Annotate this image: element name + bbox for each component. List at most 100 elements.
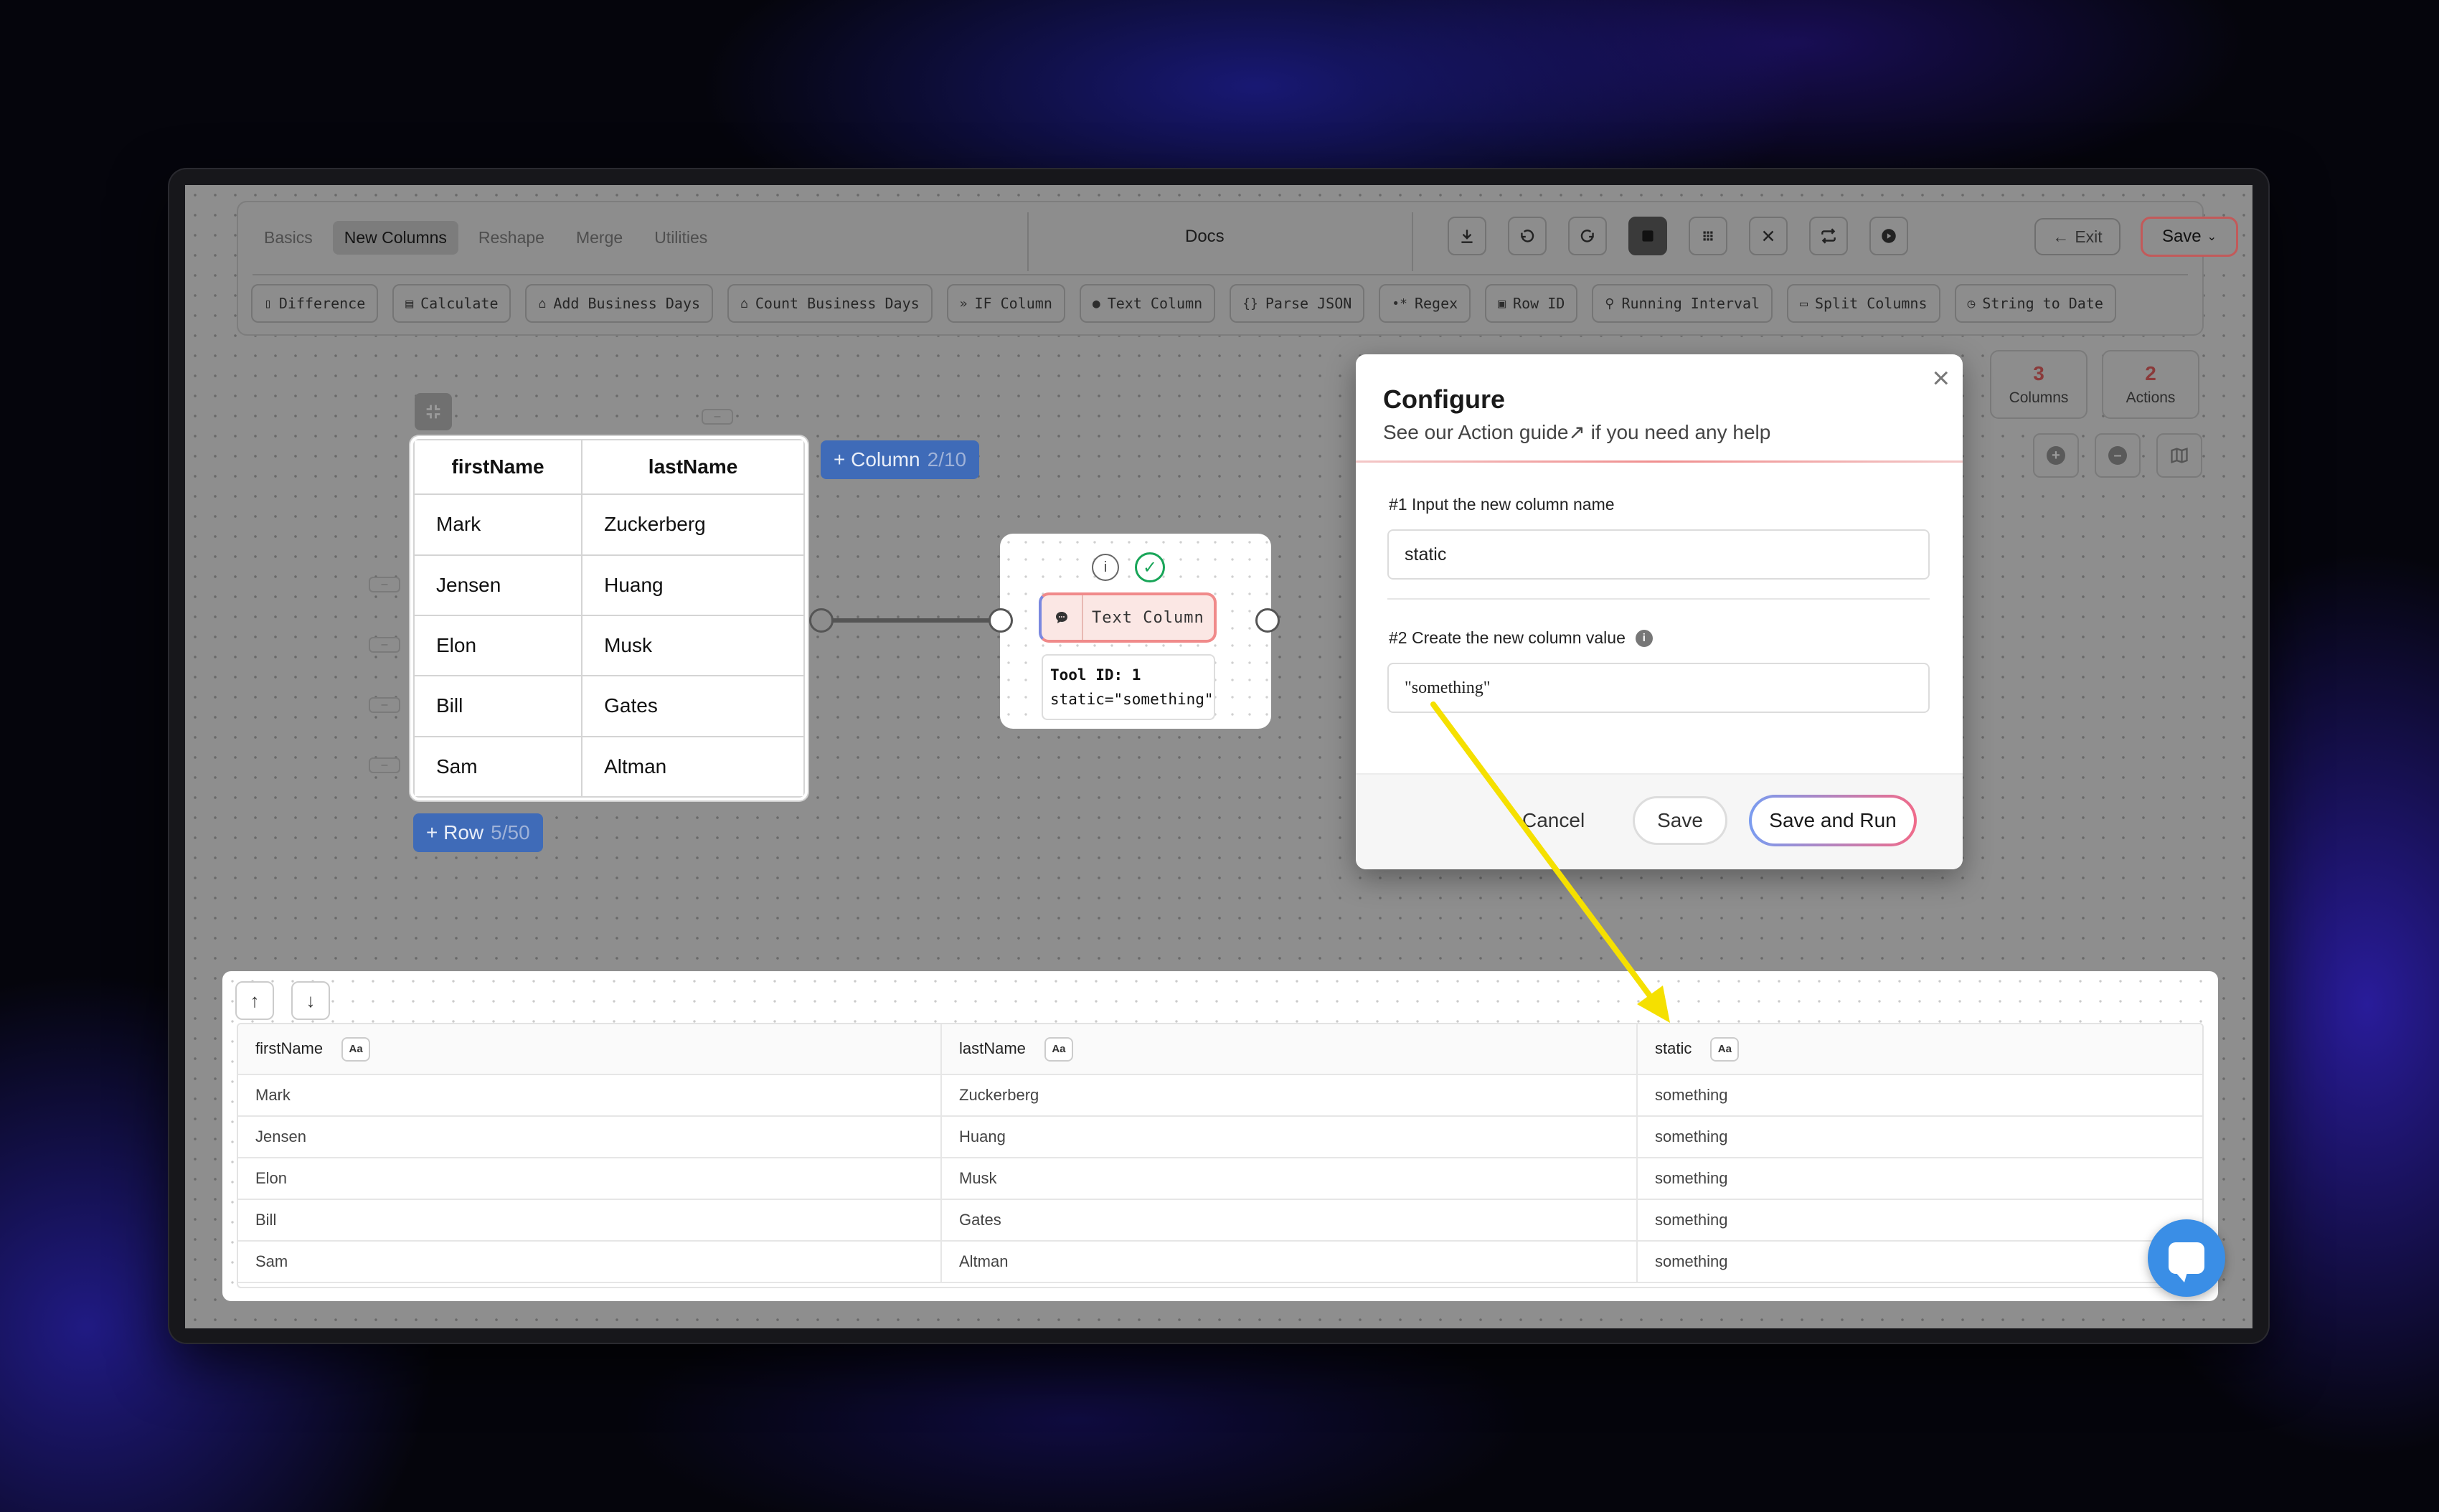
source-header-lastname[interactable]: lastName <box>581 439 805 496</box>
result-cell[interactable]: something <box>1636 1158 2202 1200</box>
undo-button[interactable] <box>1508 217 1547 255</box>
action-string-to-date[interactable]: ◷ String to Date <box>1954 284 2116 323</box>
tab-merge[interactable]: Merge <box>565 221 634 255</box>
add-row-button[interactable]: + Row 5/50 <box>413 813 543 852</box>
map-button[interactable] <box>2156 433 2202 478</box>
result-header-firstname[interactable]: firstName Aa <box>238 1024 941 1075</box>
result-cell[interactable]: something <box>1636 1241 2202 1283</box>
chat-support-button[interactable] <box>2148 1219 2225 1297</box>
tab-utilities[interactable]: Utilities <box>643 221 719 255</box>
result-cell[interactable]: Elon <box>238 1158 941 1200</box>
source-cell[interactable]: Zuckerberg <box>581 493 805 556</box>
column-value-input[interactable]: "something" <box>1387 663 1930 713</box>
source-cell[interactable]: Bill <box>413 675 583 737</box>
source-cell[interactable]: Mark <box>413 493 583 556</box>
actions-stat-label: Actions <box>2126 389 2176 406</box>
text-type-badge[interactable]: Aa <box>1710 1036 1740 1062</box>
info-icon[interactable]: i <box>1635 629 1653 647</box>
play-circle-icon <box>1882 229 1896 243</box>
action-count-business-days[interactable]: ⌂ Count Business Days <box>727 284 933 323</box>
action-running-interval[interactable]: ⚲ Running Interval <box>1592 284 1773 323</box>
action-calculate[interactable]: ▤ Calculate <box>392 284 511 323</box>
action-if-column[interactable]: » IF Column <box>946 284 1065 323</box>
action-guide-link[interactable]: Action guide <box>1458 421 1568 443</box>
exit-button[interactable]: ← Exit <box>2034 218 2120 255</box>
result-cell[interactable]: something <box>1636 1199 2202 1242</box>
result-cell[interactable]: Musk <box>940 1158 1637 1200</box>
remove-row-button[interactable]: – <box>369 697 400 713</box>
run-button[interactable] <box>1869 217 1908 255</box>
tab-new-columns[interactable]: New Columns <box>332 221 458 255</box>
source-cell[interactable]: Elon <box>413 614 583 677</box>
download-button[interactable] <box>1448 217 1486 255</box>
node-pill[interactable]: Text Column <box>1039 592 1217 643</box>
result-header-lastname[interactable]: lastName Aa <box>940 1024 1637 1075</box>
result-cell[interactable]: something <box>1636 1116 2202 1158</box>
add-column-button[interactable]: + Column 2/10 <box>821 440 980 479</box>
text-column-node[interactable]: i ✓ Text Column Tool ID: 1 static="somet… <box>1000 534 1271 729</box>
action-split-columns[interactable]: ▭ Split Columns <box>1787 284 1940 323</box>
remove-row-button[interactable]: – <box>369 757 400 773</box>
zoom-in-button[interactable]: + <box>2033 433 2079 478</box>
table-view-button[interactable] <box>1628 217 1667 255</box>
action-row-id[interactable]: ▣ Row ID <box>1485 284 1578 323</box>
clear-button[interactable] <box>1749 217 1788 255</box>
remove-column-button[interactable]: – <box>702 409 733 425</box>
action-label: String to Date <box>1982 295 2103 312</box>
save-button[interactable]: Save <box>1633 796 1727 845</box>
output-port[interactable] <box>809 608 834 633</box>
action-text-column[interactable]: ● Text Column <box>1079 284 1216 323</box>
column-count: 2/10 <box>927 448 967 471</box>
swap-button[interactable] <box>1809 217 1848 255</box>
sort-descending-button[interactable]: ↓ <box>291 981 330 1020</box>
action-label: Row ID <box>1513 295 1565 312</box>
save-dropdown-button[interactable]: Save ⌄ <box>2141 217 2238 257</box>
result-cell[interactable]: Zuckerberg <box>940 1074 1637 1117</box>
source-cell[interactable]: Jensen <box>413 554 583 616</box>
source-cell[interactable]: Sam <box>413 735 583 798</box>
remove-row-button[interactable]: – <box>369 637 400 653</box>
output-port[interactable] <box>1255 608 1280 633</box>
source-cell[interactable]: Altman <box>581 735 805 798</box>
source-header-firstname[interactable]: firstName <box>413 439 583 496</box>
column-name-input[interactable]: static <box>1387 529 1930 580</box>
text-type-badge[interactable]: Aa <box>341 1036 371 1062</box>
action-parse-json[interactable]: {} Parse JSON <box>1230 284 1365 323</box>
header-label: lastName <box>959 1039 1026 1057</box>
result-cell[interactable]: Altman <box>940 1241 1637 1283</box>
source-cell[interactable]: Gates <box>581 675 805 737</box>
zoom-out-button[interactable]: – <box>2095 433 2141 478</box>
save-and-run-button[interactable]: Save and Run <box>1749 795 1917 846</box>
action-add-business-days[interactable]: ⌂ Add Business Days <box>525 284 714 323</box>
result-panel: ↑ ↓ firstName Aa lastName Aa static Aa Mark… <box>222 971 2218 1301</box>
tab-basics[interactable]: Basics <box>253 221 324 255</box>
action-difference[interactable]: ▯ Difference <box>251 284 379 323</box>
collapse-table-button[interactable] <box>415 393 452 430</box>
result-cell[interactable]: Bill <box>238 1199 941 1242</box>
redo-button[interactable] <box>1568 217 1607 255</box>
remove-row-button[interactable]: – <box>369 577 400 592</box>
info-icon[interactable]: i <box>1092 554 1119 581</box>
add-row-label: + Row <box>426 821 484 844</box>
result-cell[interactable]: Sam <box>238 1241 941 1283</box>
input-port[interactable] <box>989 608 1013 633</box>
tab-reshape[interactable]: Reshape <box>467 221 556 255</box>
result-header-static[interactable]: static Aa <box>1636 1024 2202 1075</box>
result-cell[interactable]: Huang <box>940 1116 1637 1158</box>
header-label: firstName <box>255 1039 324 1057</box>
result-cell[interactable]: something <box>1636 1074 2202 1117</box>
plus-icon: + <box>2047 446 2065 465</box>
docs-link[interactable]: Docs <box>1185 227 1225 247</box>
result-cell[interactable]: Gates <box>940 1199 1637 1242</box>
source-cell[interactable]: Huang <box>581 554 805 616</box>
result-cell[interactable]: Jensen <box>238 1116 941 1158</box>
close-icon <box>1763 230 1774 242</box>
sort-ascending-button[interactable]: ↑ <box>235 981 274 1020</box>
close-icon[interactable]: × <box>1932 363 1950 393</box>
result-cell[interactable]: Mark <box>238 1074 941 1117</box>
grid-view-button[interactable] <box>1689 217 1727 255</box>
action-regex[interactable]: •* Regex <box>1379 284 1471 323</box>
text-type-badge[interactable]: Aa <box>1044 1036 1073 1062</box>
cancel-button[interactable]: Cancel <box>1522 809 1585 832</box>
source-cell[interactable]: Musk <box>581 614 805 677</box>
